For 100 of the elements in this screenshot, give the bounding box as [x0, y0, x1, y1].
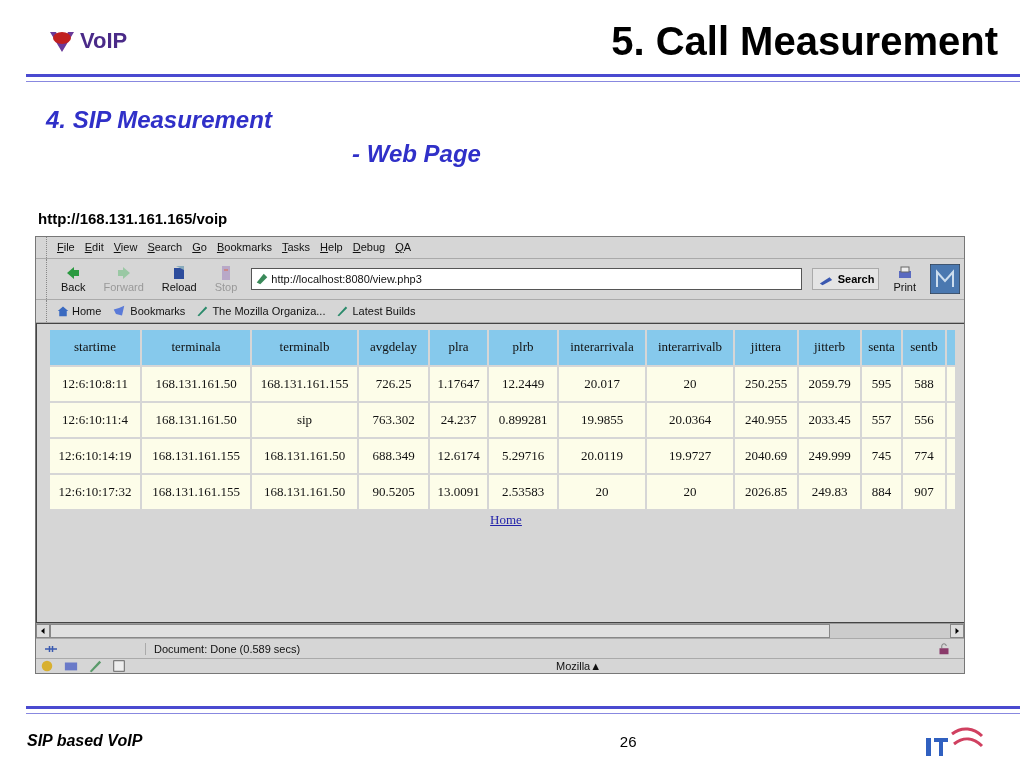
it-logo: [924, 724, 984, 758]
left-arrow-icon: [39, 627, 47, 636]
table-cell: 726.25: [359, 366, 428, 401]
house-icon: [57, 304, 69, 317]
table-cell: 19.9727: [647, 438, 733, 473]
column-header: interarrivalb: [647, 329, 733, 365]
table-cell: 168.131.161.50: [142, 366, 250, 401]
table-cell: 2026.85: [735, 474, 797, 509]
table-cell: 168.131.161.155: [142, 474, 250, 509]
table-cell: 249.999: [799, 438, 860, 473]
horizontal-scrollbar[interactable]: [36, 623, 964, 639]
table-cell: 763.302: [359, 402, 428, 437]
voip-logo: VoIP: [48, 28, 128, 54]
table-cell: 688.349: [359, 438, 428, 473]
table-cell: 20.0119: [559, 438, 645, 473]
back-arrow-icon: [65, 264, 82, 281]
column-header: senta: [862, 329, 901, 365]
menu-item[interactable]: Help: [320, 241, 343, 254]
bookmark-item[interactable]: Home: [57, 304, 102, 317]
pen-icon: [335, 304, 350, 317]
table-cell: 2033.45: [799, 402, 860, 437]
table-cell: 20.017: [559, 366, 645, 401]
table-cell: 557: [862, 402, 901, 437]
table-cell: 774: [903, 438, 945, 473]
table-cell: 12:6:10:17:32: [50, 474, 140, 509]
table-cell: 907: [903, 474, 945, 509]
printer-icon: [896, 264, 913, 281]
table-cell: 20: [647, 366, 733, 401]
footer-text: SIP based VoIP: [27, 732, 143, 750]
table-cell: 12:6:10:11:4: [50, 402, 140, 437]
table-cell: 12.6174: [430, 438, 487, 473]
gear-icon: [40, 659, 54, 673]
padlock-icon: [938, 642, 950, 655]
table-cell: 20: [647, 474, 733, 509]
table-cell: 168.131.161.50: [252, 438, 357, 473]
status-text: Document: Done (0.589 secs): [145, 642, 301, 655]
table-cell: 745: [862, 438, 901, 473]
pen-icon: [88, 659, 102, 673]
table-cell: sip: [252, 402, 357, 437]
back-button[interactable]: Back: [57, 264, 90, 293]
column-header: interarrivala: [559, 329, 645, 365]
section-subheading: - Web Page: [351, 140, 482, 168]
table-cell: 5.29716: [489, 438, 557, 473]
table-cell: 168.131.161.50: [252, 474, 357, 509]
table-cell: 168.131.161.155: [252, 366, 357, 401]
table-cell: 168.131.161.155: [142, 438, 250, 473]
menu-item[interactable]: Tasks: [281, 241, 311, 254]
menu-item[interactable]: QA: [395, 241, 412, 254]
column-header: plrb: [489, 329, 557, 365]
table-cell: 90.5205: [359, 474, 428, 509]
table-cell: 19.9855: [559, 402, 645, 437]
right-arrow-icon: [953, 627, 961, 636]
table-cell: 12.2449: [489, 366, 557, 401]
table-cell: 13.0091: [430, 474, 487, 509]
column-header: jitterb: [799, 329, 860, 365]
menu-item[interactable]: Search: [147, 241, 183, 254]
table-cell: 249.83: [799, 474, 860, 509]
search-button[interactable]: Search: [811, 267, 880, 290]
bookmark-item[interactable]: Bookmarks: [111, 304, 186, 317]
table-cell: 12:6:10:14:19: [50, 438, 140, 473]
address-book-icon: [112, 659, 126, 673]
menu-item[interactable]: Debug: [352, 241, 386, 254]
bookmark-item[interactable]: The Mozilla Organiza...: [195, 304, 326, 317]
address-field[interactable]: http://localhost:8080/view.php3: [251, 267, 802, 290]
throbber-logo: [930, 263, 960, 294]
table-cell: 595: [862, 366, 901, 401]
pen-icon: [195, 304, 210, 317]
table-cell: 556: [903, 402, 945, 437]
column-header: terminalb: [252, 329, 357, 365]
page-number: 26: [619, 732, 637, 750]
table-cell: 20: [559, 474, 645, 509]
table-cell: 240.955: [735, 402, 797, 437]
table-cell: 588: [903, 366, 945, 401]
table-cell: 12:6:10:8:11: [50, 366, 140, 401]
component-bar-label[interactable]: Mozilla▲: [556, 660, 602, 672]
menu-item[interactable]: Bookmarks: [216, 241, 272, 254]
reload-button[interactable]: Reload: [157, 264, 201, 293]
column-header: avgdelay: [359, 329, 428, 365]
table-cell: 0.899281: [489, 402, 557, 437]
table-cell: 168.131.161.50: [142, 402, 250, 437]
slide-title: 5. Call Measurement: [611, 18, 998, 64]
table-cell: 2059.79: [799, 366, 860, 401]
menu-item[interactable]: Go: [192, 241, 207, 254]
column-header: terminala: [142, 329, 250, 365]
page-url: http://168.131.161.165/voip: [37, 209, 229, 229]
table-cell: 1.17647: [430, 366, 487, 401]
home-link[interactable]: Home: [490, 511, 522, 528]
table-cell: 884: [862, 474, 901, 509]
column-header: [947, 329, 955, 365]
table-cell: 24.237: [430, 402, 487, 437]
column-header: startime: [50, 329, 140, 365]
menu-item[interactable]: File: [57, 241, 75, 254]
menu-item[interactable]: Edit: [84, 241, 104, 254]
menu-item[interactable]: View: [113, 241, 138, 254]
print-button[interactable]: Print: [889, 264, 920, 293]
section-heading: 4. SIP Measurement: [44, 106, 274, 134]
bookmark-item[interactable]: Latest Builds: [335, 304, 416, 317]
column-header: plra: [430, 329, 487, 365]
table-cell: 20.0364: [647, 402, 733, 437]
forward-arrow-icon: [115, 264, 132, 281]
